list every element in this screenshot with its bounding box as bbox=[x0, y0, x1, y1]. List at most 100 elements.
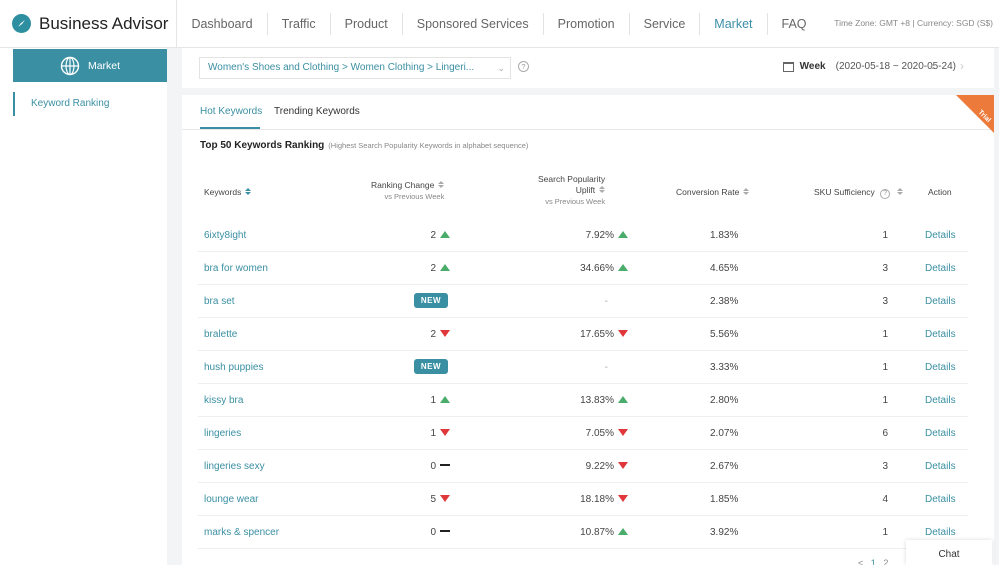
table-row: bralette 2 17.65% 5.56% 1 Details bbox=[198, 318, 968, 351]
keyword-link[interactable]: bra set bbox=[204, 296, 235, 307]
details-link[interactable]: Details bbox=[925, 296, 956, 307]
sku-sufficiency: 3 bbox=[882, 296, 888, 307]
details-link[interactable]: Details bbox=[925, 263, 956, 274]
nav-service[interactable]: Service bbox=[630, 12, 701, 35]
conversion-rate: 1.83% bbox=[710, 230, 739, 241]
conversion-rate: 3.92% bbox=[710, 527, 739, 538]
brand[interactable]: Business Advisor bbox=[0, 0, 178, 47]
keyword-link[interactable]: lingeries bbox=[204, 428, 241, 439]
keyword-link[interactable]: lounge wear bbox=[204, 494, 258, 505]
conversion-rate: 2.07% bbox=[710, 428, 739, 439]
sort-icon[interactable] bbox=[599, 186, 605, 193]
nav-promotion[interactable]: Promotion bbox=[544, 12, 630, 35]
nav-sponsored-services[interactable]: Sponsored Services bbox=[403, 12, 544, 35]
sort-icon[interactable] bbox=[438, 181, 444, 188]
details-link[interactable]: Details bbox=[925, 461, 956, 472]
active-tab-indicator bbox=[200, 127, 260, 129]
ranking-change: 2 bbox=[430, 230, 450, 241]
nav-market[interactable]: Market bbox=[700, 12, 768, 35]
conversion-rate: 2.67% bbox=[710, 461, 739, 472]
table-row: lounge wear 5 18.18% 1.85% 4 Details bbox=[198, 483, 968, 516]
header-keywords[interactable]: Keywords bbox=[204, 187, 251, 197]
category-select[interactable]: Women's Shoes and Clothing > Women Cloth… bbox=[199, 57, 511, 79]
sku-sufficiency: 1 bbox=[882, 329, 888, 340]
arrow-down-icon bbox=[440, 429, 450, 436]
sku-sufficiency: 1 bbox=[882, 527, 888, 538]
keyword-link[interactable]: bralette bbox=[204, 329, 237, 340]
ranking-change: 2 bbox=[430, 263, 450, 274]
next-period-icon[interactable]: › bbox=[960, 59, 964, 73]
header-action: Action bbox=[928, 187, 952, 197]
keyword-link[interactable]: 6ixty8ight bbox=[204, 230, 246, 241]
arrow-down-icon bbox=[618, 495, 628, 502]
nav-traffic[interactable]: Traffic bbox=[268, 12, 331, 35]
help-icon[interactable]: ? bbox=[518, 61, 529, 72]
nav-product[interactable]: Product bbox=[331, 12, 403, 35]
search-popularity-uplift: 10.87% bbox=[580, 527, 628, 538]
sku-sufficiency: 3 bbox=[882, 461, 888, 472]
pagination-page-2[interactable]: 2 bbox=[883, 558, 888, 565]
sku-sufficiency: 1 bbox=[882, 230, 888, 241]
calendar-icon bbox=[782, 61, 794, 72]
help-icon[interactable]: ? bbox=[880, 189, 891, 199]
header-ranking-change[interactable]: Ranking Change vs Previous Week bbox=[371, 180, 444, 201]
keyword-link[interactable]: marks & spencer bbox=[204, 527, 279, 538]
sidebar-item-keyword-ranking[interactable]: Keyword Ranking bbox=[13, 92, 167, 116]
brand-title: Business Advisor bbox=[39, 13, 169, 33]
arrow-down-icon bbox=[440, 330, 450, 337]
details-link[interactable]: Details bbox=[925, 527, 956, 538]
keyword-link[interactable]: bra for women bbox=[204, 263, 268, 274]
sort-icon[interactable] bbox=[743, 188, 749, 195]
details-link[interactable]: Details bbox=[925, 329, 956, 340]
period-label: Week bbox=[799, 61, 826, 72]
keyword-link[interactable]: lingeries sexy bbox=[204, 461, 265, 472]
sort-icon[interactable] bbox=[897, 188, 903, 195]
tab-trending-keywords[interactable]: Trending Keywords bbox=[274, 106, 360, 117]
table-row: kissy bra 1 13.83% 2.80% 1 Details bbox=[198, 384, 968, 417]
nav-faq[interactable]: FAQ bbox=[768, 13, 821, 35]
tab-hot-keywords[interactable]: Hot Keywords bbox=[200, 106, 262, 117]
chat-button[interactable]: Chat bbox=[906, 540, 992, 565]
ranking-change: 1 bbox=[430, 395, 450, 406]
previous-period-icon[interactable]: ‹ bbox=[930, 59, 934, 73]
timezone-currency: Time Zone: GMT +8 | Currency: SGD (S$) bbox=[834, 18, 993, 28]
table-row: 6ixty8ight 2 7.92% 1.83% 1 Details bbox=[198, 219, 968, 252]
sidebar-section-label: Market bbox=[87, 59, 121, 72]
pagination-prev[interactable]: < bbox=[858, 558, 863, 565]
period-range: (2020-05-18 ~ 2020-05-24) bbox=[835, 61, 956, 72]
header-sku-sufficiency[interactable]: SKU Sufficiency ? bbox=[814, 187, 903, 199]
search-popularity-uplift: - bbox=[604, 296, 608, 307]
details-link[interactable]: Details bbox=[925, 362, 956, 373]
table-subtitle: (Highest Search Popularity Keywords in a… bbox=[328, 141, 529, 150]
keyword-link[interactable]: hush puppies bbox=[204, 362, 264, 373]
details-link[interactable]: Details bbox=[925, 428, 956, 439]
search-popularity-uplift: 17.65% bbox=[580, 329, 628, 340]
header-conversion-rate[interactable]: Conversion Rate bbox=[676, 187, 749, 197]
table-row: lingeries sexy 0 9.22% 2.67% 3 Details bbox=[198, 450, 968, 483]
header-search-popularity[interactable]: Search Popularity Uplift vs Previous Wee… bbox=[538, 174, 605, 207]
table-title: Top 50 Keywords Ranking (Highest Search P… bbox=[200, 140, 529, 151]
table-row: hush puppies NEW - 3.33% 1 Details bbox=[198, 351, 968, 384]
keyword-link[interactable]: kissy bra bbox=[204, 395, 243, 406]
globe-icon bbox=[60, 56, 80, 75]
arrow-down-icon bbox=[618, 330, 628, 337]
sort-icon[interactable] bbox=[245, 188, 251, 195]
nav-dashboard[interactable]: Dashboard bbox=[177, 12, 268, 35]
pagination-page-1[interactable]: 1 bbox=[871, 558, 876, 565]
search-popularity-uplift: - bbox=[604, 362, 608, 373]
filter-bar: Women's Shoes and Clothing > Women Cloth… bbox=[182, 48, 994, 88]
conversion-rate: 2.80% bbox=[710, 395, 739, 406]
sku-sufficiency: 1 bbox=[882, 362, 888, 373]
details-link[interactable]: Details bbox=[925, 494, 956, 505]
sidebar-section-market[interactable]: Market bbox=[13, 49, 167, 82]
arrow-down-icon bbox=[618, 462, 628, 469]
search-popularity-uplift: 34.66% bbox=[580, 263, 628, 274]
conversion-rate: 4.65% bbox=[710, 263, 739, 274]
no-change-icon bbox=[440, 464, 450, 466]
search-popularity-uplift: 9.22% bbox=[586, 461, 628, 472]
conversion-rate: 2.38% bbox=[710, 296, 739, 307]
details-link[interactable]: Details bbox=[925, 395, 956, 406]
details-link[interactable]: Details bbox=[925, 230, 956, 241]
search-popularity-uplift: 7.92% bbox=[586, 230, 628, 241]
arrow-up-icon bbox=[618, 528, 628, 535]
